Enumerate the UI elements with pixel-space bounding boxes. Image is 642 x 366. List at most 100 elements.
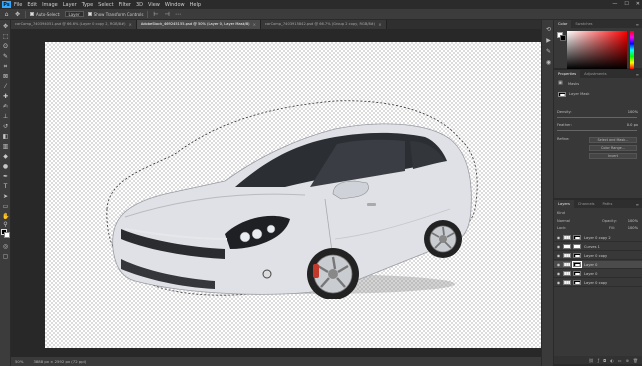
show-transform-checkbox[interactable] [87, 12, 92, 16]
visibility-eye-icon[interactable]: ◉ [556, 261, 561, 269]
type-tool-icon[interactable]: T [2, 183, 9, 190]
layer-row[interactable]: ◉ Layer 0 copy 2 [554, 234, 642, 242]
more-options-icon[interactable]: ⋯ [174, 11, 181, 18]
add-mask-icon[interactable]: ◘ [603, 358, 606, 363]
move-tool-icon[interactable]: ✥ [2, 23, 9, 30]
background-color-swatch[interactable] [4, 232, 10, 238]
actions-icon[interactable]: ▶ [545, 37, 552, 44]
tab-adjustments[interactable]: Adjustments [580, 70, 611, 78]
doc-tab-active[interactable]: AdobeStock_469245155.psd @ 50% (Layer 0,… [136, 20, 261, 29]
quick-select-tool-icon[interactable]: ✎ [2, 53, 9, 60]
rectangle-tool-icon[interactable]: ▭ [2, 203, 9, 210]
close-button[interactable]: ✕ [636, 1, 640, 7]
close-tab-icon[interactable]: × [253, 20, 256, 29]
menu-view[interactable]: View [148, 2, 160, 8]
auto-select-checkbox[interactable] [30, 12, 34, 16]
blend-mode-dropdown[interactable]: Normal [557, 219, 570, 223]
fill-value[interactable]: 100% [628, 226, 638, 230]
gradient-tool-icon[interactable]: ▥ [2, 143, 9, 150]
filter-kind-dropdown[interactable]: Kind [557, 211, 565, 215]
close-tab-icon[interactable]: × [128, 20, 131, 29]
eyedropper-tool-icon[interactable]: ⁄ [2, 83, 9, 90]
layer-mask-thumbnail[interactable] [573, 244, 581, 249]
visibility-eye-icon[interactable]: ◉ [556, 270, 561, 278]
feather-slider[interactable] [557, 130, 637, 131]
hand-tool-icon[interactable]: ✋ [2, 213, 9, 220]
tab-layers[interactable]: Layers [554, 200, 574, 208]
tab-channels[interactable]: Channels [574, 200, 599, 208]
opacity-value[interactable]: 100% [628, 219, 638, 223]
density-value[interactable]: 100% [628, 110, 638, 114]
crop-tool-icon[interactable]: ⌗ [2, 63, 9, 70]
screen-mode-icon[interactable]: ▢ [2, 253, 9, 260]
menu-file[interactable]: File [14, 2, 22, 8]
zoom-level[interactable]: 50% [15, 357, 23, 366]
layer-mask-thumbnail[interactable] [573, 235, 581, 240]
hue-slider[interactable] [630, 31, 634, 69]
menu-type[interactable]: Type [82, 2, 93, 8]
panel-menu-icon[interactable]: ≡ [636, 22, 639, 27]
clone-stamp-icon[interactable]: ⊥ [2, 113, 9, 120]
tab-properties[interactable]: Properties [554, 70, 581, 78]
visibility-eye-icon[interactable]: ◉ [556, 279, 561, 287]
history-icon[interactable]: ⟲ [545, 26, 552, 33]
new-layer-icon[interactable]: ⊕ [626, 358, 629, 363]
layer-style-icon[interactable]: ƒ [598, 358, 599, 363]
document-info[interactable]: 3888 px × 2592 px (72 ppi) [33, 357, 86, 366]
path-select-icon[interactable]: ➤ [2, 193, 9, 200]
layer-row[interactable]: ◉ Layer 0 copy [554, 279, 642, 287]
invert-button[interactable]: Invert [589, 153, 637, 159]
show-transform-option[interactable]: Show Transform Controls [87, 12, 143, 17]
minimize-button[interactable]: — [612, 1, 617, 7]
lasso-tool-icon[interactable]: ʘ [2, 43, 9, 50]
menu-window[interactable]: Window [165, 2, 185, 8]
brush-settings-icon[interactable]: ✎ [545, 48, 552, 55]
visibility-eye-icon[interactable]: ◉ [556, 243, 561, 251]
dodge-tool-icon[interactable]: ● [2, 163, 9, 170]
close-tab-icon[interactable]: × [378, 20, 381, 29]
move-tool-icon[interactable]: ✥ [14, 11, 21, 18]
menu-edit[interactable]: Edit [27, 2, 37, 8]
visibility-eye-icon[interactable]: ◉ [556, 252, 561, 260]
auto-select-option[interactable]: Auto-Select: [30, 12, 61, 17]
doc-tab[interactable]: carComp_7403915842.psd @ 66.7% (Group 2 … [260, 20, 387, 29]
menu-layer[interactable]: Layer [63, 2, 77, 8]
canvas-workspace[interactable] [11, 29, 541, 357]
panel-menu-icon[interactable]: ≡ [636, 72, 639, 77]
new-group-icon[interactable]: ▭ [618, 358, 622, 363]
layer-row[interactable]: ◉ Layer 0 copy [554, 252, 642, 260]
healing-brush-icon[interactable]: ✚ [2, 93, 9, 100]
menu-image[interactable]: Image [42, 2, 58, 8]
color-picker-field[interactable] [567, 31, 627, 69]
select-and-mask-button[interactable]: Select and Mask... [589, 137, 637, 143]
panel-menu-icon[interactable]: ≡ [636, 202, 639, 207]
tab-swatches[interactable]: Swatches [571, 20, 596, 28]
layer-row[interactable]: ◉ Layer 0 [554, 270, 642, 278]
maximize-button[interactable]: ☐ [624, 1, 628, 7]
document-canvas[interactable] [45, 42, 541, 348]
history-brush-icon[interactable]: ↺ [2, 123, 9, 130]
layer-mask-thumbnail[interactable] [573, 271, 581, 276]
marquee-tool-icon[interactable]: ⬚ [2, 33, 9, 40]
menu-3d[interactable]: 3D [136, 2, 143, 8]
tab-color[interactable]: Color [554, 20, 572, 28]
layer-mask-thumbnail[interactable] [572, 261, 582, 268]
menu-filter[interactable]: Filter [119, 2, 131, 8]
home-icon[interactable]: ⌂ [3, 11, 10, 18]
blur-tool-icon[interactable]: ◆ [2, 153, 9, 160]
zoom-tool-icon[interactable]: ⚲ [2, 221, 9, 228]
visibility-eye-icon[interactable]: ◉ [556, 234, 561, 242]
link-layers-icon[interactable]: ⛓ [589, 358, 594, 363]
menu-help[interactable]: Help [190, 2, 201, 8]
layer-mask-thumbnail[interactable] [573, 253, 581, 258]
eraser-tool-icon[interactable]: ◧ [2, 133, 9, 140]
auto-select-dropdown[interactable]: Layer [64, 11, 84, 17]
color-background[interactable] [560, 35, 566, 41]
layer-row[interactable]: ◉ Curves 1 [554, 243, 642, 251]
layer-row-selected[interactable]: ◉ Layer 0 [554, 261, 642, 269]
pen-tool-icon[interactable]: ✒ [2, 173, 9, 180]
align-left-icon[interactable]: ⊢ [152, 11, 159, 18]
layer-mask-thumbnail[interactable] [573, 280, 581, 285]
delete-layer-icon[interactable]: 🗑 [633, 358, 638, 363]
doc-tab[interactable]: carComp_740394051.psd @ 66.6% (Layer 0 c… [11, 20, 137, 29]
